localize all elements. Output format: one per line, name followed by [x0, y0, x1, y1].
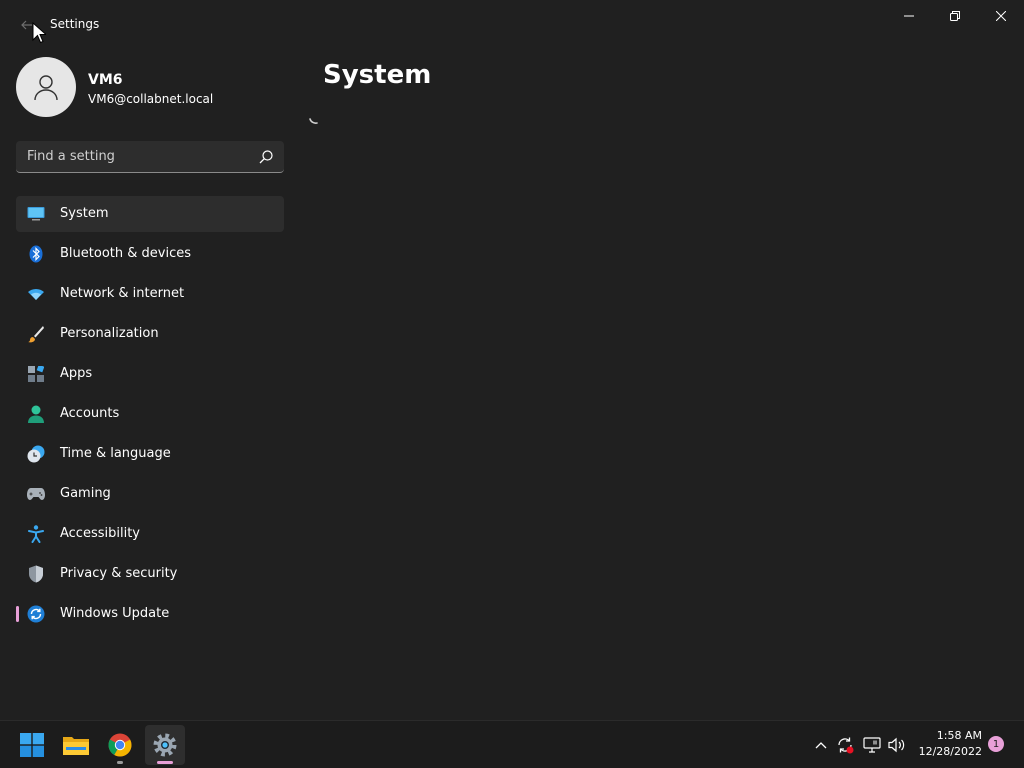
mouse-cursor-icon — [32, 22, 46, 44]
person-icon — [26, 404, 46, 424]
person-icon — [34, 75, 58, 101]
update-indicator — [16, 606, 19, 622]
chrome-icon — [108, 733, 132, 757]
minimize-button[interactable] — [886, 0, 932, 32]
taskbar-file-explorer[interactable] — [56, 725, 96, 765]
sidebar-nav: System Bluetooth & devices Network & int… — [16, 196, 284, 636]
apps-icon — [26, 364, 46, 384]
sidebar-item-label: Privacy & security — [60, 566, 178, 581]
accessibility-icon — [26, 524, 46, 544]
active-indicator — [157, 761, 173, 764]
sidebar-item-network[interactable]: Network & internet — [16, 276, 284, 312]
search-box[interactable] — [16, 141, 284, 173]
shield-icon — [26, 564, 46, 584]
sync-alert-icon — [838, 737, 854, 754]
tray-volume-icon[interactable] — [887, 733, 907, 757]
sidebar-item-gaming[interactable]: Gaming — [16, 476, 284, 512]
running-indicator — [117, 761, 123, 764]
loading-spinner-icon — [309, 118, 318, 124]
ethernet-icon — [863, 737, 881, 753]
close-button[interactable] — [978, 0, 1024, 32]
bluetooth-icon — [26, 244, 46, 264]
sidebar-item-label: Accounts — [60, 406, 120, 421]
sidebar-item-label: Personalization — [60, 326, 159, 341]
search-input[interactable] — [16, 141, 246, 172]
chevron-up-icon — [815, 742, 827, 749]
search-icon[interactable] — [258, 149, 274, 165]
restore-icon — [950, 11, 960, 21]
user-email: VM6@collabnet.local — [88, 92, 214, 106]
close-icon — [996, 11, 1006, 21]
tray-update-icon[interactable] — [835, 733, 855, 757]
tray-network-icon[interactable] — [862, 733, 882, 757]
clock-date[interactable]: 12/28/2022 — [912, 745, 982, 758]
sidebar-item-label: Bluetooth & devices — [60, 246, 191, 261]
app-title: Settings — [50, 17, 100, 31]
sidebar-item-windows-update[interactable]: Windows Update — [16, 596, 284, 632]
sync-icon — [26, 604, 46, 624]
sidebar-item-accessibility[interactable]: Accessibility — [16, 516, 284, 552]
sidebar-item-label: System — [60, 206, 109, 221]
clock-globe-icon — [26, 444, 46, 464]
taskbar-settings[interactable] — [145, 725, 185, 765]
show-hidden-icons-button[interactable] — [811, 733, 831, 757]
sidebar-item-personalization[interactable]: Personalization — [16, 316, 284, 352]
settings-icon — [153, 733, 177, 757]
sidebar-item-label: Network & internet — [60, 286, 185, 301]
sidebar-item-apps[interactable]: Apps — [16, 356, 284, 392]
settings-window: Settings VM6 VM6@collabnet.local Find a … — [0, 0, 1024, 720]
page-title: System — [323, 60, 432, 90]
avatar[interactable] — [16, 57, 76, 117]
sidebar-item-label: Apps — [60, 366, 93, 381]
sidebar-item-accounts[interactable]: Accounts — [16, 396, 284, 432]
title-bar: Settings — [0, 0, 1024, 48]
sidebar-item-label: Accessibility — [60, 526, 140, 541]
sidebar-item-label: Windows Update — [60, 606, 170, 621]
sidebar-item-time-language[interactable]: Time & language — [16, 436, 284, 472]
sidebar-item-privacy-security[interactable]: Privacy & security — [16, 556, 284, 592]
gamepad-icon — [26, 484, 46, 504]
user-name: VM6 — [88, 72, 123, 88]
taskbar-chrome[interactable] — [100, 725, 140, 765]
windows-start-icon — [20, 733, 44, 757]
wifi-icon — [26, 284, 46, 304]
sidebar-item-bluetooth[interactable]: Bluetooth & devices — [16, 236, 284, 272]
minimize-icon — [904, 15, 914, 17]
speaker-icon — [888, 737, 905, 753]
brush-icon — [26, 324, 46, 344]
monitor-icon — [26, 204, 46, 224]
restore-button[interactable] — [932, 0, 978, 32]
start-button[interactable] — [12, 725, 52, 765]
sidebar-item-label: Gaming — [60, 486, 111, 501]
sidebar-item-system[interactable]: System — [16, 196, 284, 232]
notification-badge[interactable]: 1 — [988, 736, 1004, 752]
taskbar: 1:58 AM 12/28/2022 1 — [0, 720, 1024, 768]
file-explorer-icon — [63, 737, 89, 755]
clock-time[interactable]: 1:58 AM — [920, 729, 982, 742]
sidebar-item-label: Time & language — [60, 446, 171, 461]
